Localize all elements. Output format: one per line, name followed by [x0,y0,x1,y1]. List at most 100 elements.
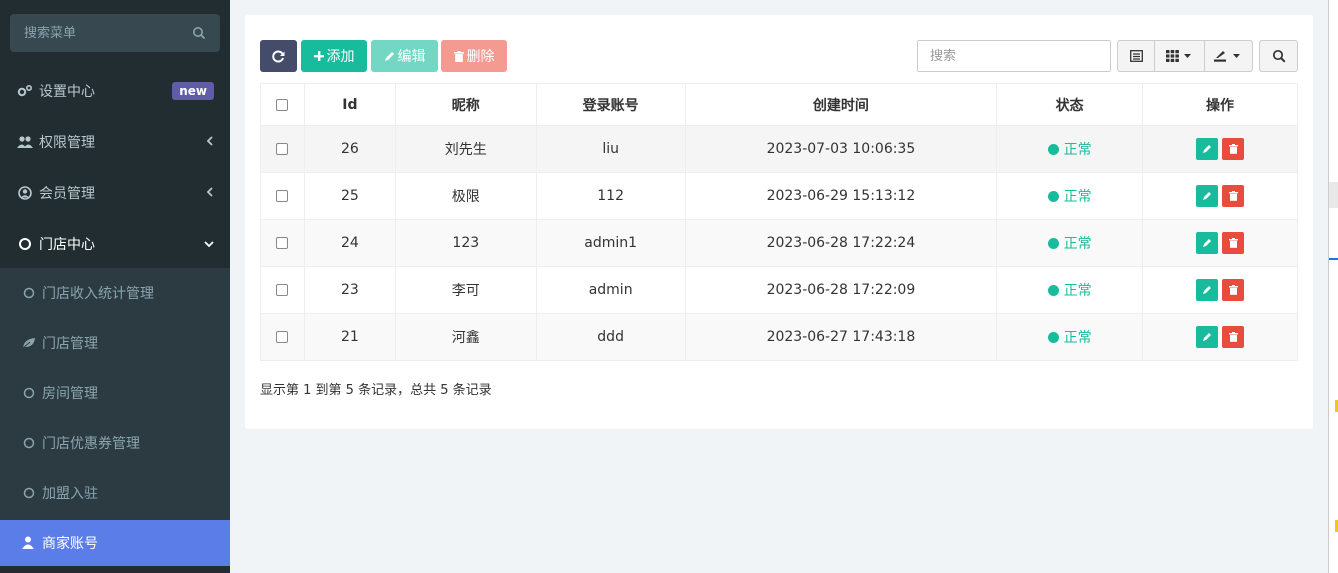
export-dropdown-button[interactable] [1205,41,1252,71]
table-row[interactable]: 25 极限 112 2023-06-29 15:13:12 正常 [260,172,1298,220]
refresh-button[interactable] [260,40,297,72]
table-row[interactable]: 26 刘先生 liu 2023-07-03 10:06:35 正常 [260,125,1298,173]
toggle-view-button[interactable] [1118,41,1156,71]
select-all-cell [260,83,305,126]
sidebar-item-label: 设置中心 [39,83,95,100]
cell-account: 112 [535,172,686,220]
columns-dropdown-button[interactable] [1155,41,1205,71]
col-header-created[interactable]: 创建时间 [684,83,998,126]
store-center-submenu: 门店收入统计管理 门店管理 房间管理 门店优惠券管理 加盟入驻 [0,268,230,520]
devtools-edge-panel [1328,0,1338,573]
sidebar-subitem-franchise[interactable]: 加盟入驻 [0,468,230,518]
table-row[interactable]: 24 123 admin1 2023-06-28 17:22:24 正常 [260,219,1298,267]
users-icon [17,134,33,150]
col-header-account[interactable]: 登录账号 [535,83,686,126]
chevron-down-icon [204,236,214,252]
cell-created: 2023-06-27 17:43:18 [684,313,998,361]
grid-icon [1166,50,1179,62]
pencil-icon [1203,333,1212,341]
status-badge: 正常 [1047,233,1092,253]
cell-status: 正常 [996,313,1144,361]
search-icon[interactable] [192,26,206,40]
row-checkbox[interactable] [276,284,289,296]
table-search-box [917,40,1111,72]
sidebar-item-merchant-account[interactable]: 商家账号 [0,520,230,566]
pagination-summary: 显示第 1 到第 5 条记录，总共 5 条记录 [260,383,492,398]
sidebar-item-settings[interactable]: 设置中心 new [0,65,230,116]
status-label: 正常 [1063,236,1092,252]
caret-down-icon [1233,54,1241,58]
row-delete-button[interactable] [1222,185,1245,207]
delete-label: 删除 [466,48,495,64]
sidebar-item-store-center[interactable]: 门店中心 [0,218,230,269]
sidebar-subitem-coupons[interactable]: 门店优惠券管理 [0,418,230,468]
add-label: 添加 [326,48,355,64]
menu-search-box [10,14,220,52]
cell-id: 26 [303,125,396,173]
row-checkbox[interactable] [276,331,289,343]
trash-icon [1228,238,1238,248]
sidebar-subitem-store-manage[interactable]: 门店管理 [0,318,230,368]
table-header-row: Id 昵称 登录账号 创建时间 状态 操作 [260,83,1298,126]
row-delete-button[interactable] [1222,232,1245,254]
cell-actions [1142,266,1298,314]
sidebar-item-label: 权限管理 [39,134,95,151]
sidebar: 设置中心 new 权限管理 会员管理 门店中心 门店收入统计管理 [0,0,230,573]
search-button[interactable] [1259,40,1298,72]
row-checkbox[interactable] [276,237,289,249]
chevron-left-icon [206,185,214,201]
row-checkbox[interactable] [276,190,289,202]
row-edit-button[interactable] [1196,326,1219,348]
sidebar-item-permissions[interactable]: 权限管理 [0,116,230,167]
circle-icon [22,386,36,400]
row-delete-button[interactable] [1222,279,1245,301]
table-row[interactable]: 23 李可 admin 2023-06-28 17:22:09 正常 [260,266,1298,314]
sidebar-subitem-store-income[interactable]: 门店收入统计管理 [0,268,230,318]
cell-account: admin [535,266,686,314]
pencil-icon [1203,192,1212,200]
row-checkbox[interactable] [276,143,289,155]
row-edit-button[interactable] [1196,138,1219,160]
status-dot-icon [1047,143,1059,155]
cell-status: 正常 [996,219,1144,267]
trash-icon [1228,191,1238,201]
status-dot-icon [1047,190,1059,202]
delete-button[interactable]: 删除 [441,40,507,72]
status-badge: 正常 [1047,186,1092,206]
trash-icon [1228,144,1238,154]
col-header-id[interactable]: Id [303,83,396,126]
cell-actions [1142,219,1298,267]
row-edit-button[interactable] [1196,232,1219,254]
edit-button[interactable]: 编辑 [371,40,438,72]
status-label: 正常 [1063,330,1092,346]
row-select-cell [260,125,305,173]
sidebar-item-label: 商家账号 [42,536,98,552]
col-header-actions: 操作 [1142,83,1298,126]
cell-nickname: 极限 [394,172,537,220]
add-button[interactable]: 添加 [301,40,367,72]
col-header-nickname[interactable]: 昵称 [394,83,537,126]
sidebar-subitem-rooms[interactable]: 房间管理 [0,368,230,418]
sidebar-subitem-label: 门店优惠券管理 [42,436,140,452]
sidebar-item-members[interactable]: 会员管理 [0,167,230,218]
table-search-input[interactable] [918,41,1110,71]
row-delete-button[interactable] [1222,138,1245,160]
pencil-icon [384,51,395,62]
cell-nickname: 刘先生 [394,125,537,173]
select-all-checkbox[interactable] [276,98,289,111]
status-badge: 正常 [1047,327,1092,347]
list-icon [1129,50,1143,62]
leaf-icon [22,336,36,350]
pencil-icon [1203,239,1212,247]
circle-icon [22,436,36,450]
col-header-status[interactable]: 状态 [996,83,1144,126]
cell-account: ddd [535,313,686,361]
cell-nickname: 河鑫 [394,313,537,361]
cell-status: 正常 [996,125,1144,173]
sidebar-subitem-label: 门店收入统计管理 [42,286,154,302]
row-edit-button[interactable] [1196,279,1219,301]
table-row[interactable]: 21 河鑫 ddd 2023-06-27 17:43:18 正常 [260,313,1298,361]
row-edit-button[interactable] [1196,185,1219,207]
row-delete-button[interactable] [1222,326,1245,348]
menu-search-input[interactable] [10,14,220,52]
